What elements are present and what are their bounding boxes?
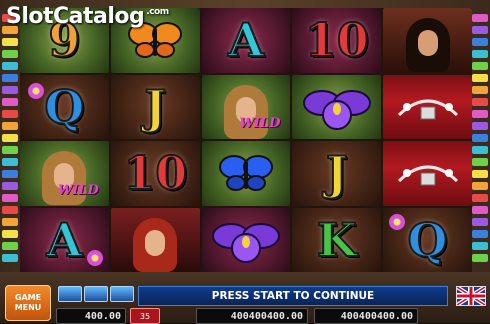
woman-dark-hair-icon — [405, 18, 450, 73]
wild-label: WILD — [57, 182, 99, 198]
symbol-j-glyph: J — [143, 79, 167, 135]
reel-symbol-portrait-redhead — [110, 207, 200, 272]
mini-slot-icon[interactable] — [110, 286, 134, 302]
mini-slot-icon[interactable] — [84, 286, 108, 302]
right-payline-indicators — [472, 14, 488, 264]
reel-grid: 9 A 10 Q J WILD WILD 10 J A K Q — [20, 8, 472, 272]
reel-symbol-q: Q — [20, 74, 109, 139]
logo-brand: SlotCatalog — [6, 4, 145, 29]
reel-symbol-wild-portrait: WILD — [20, 141, 109, 206]
status-message-bar: PRESS START TO CONTINUE — [138, 286, 448, 306]
reel-symbol-wild-portrait: WILD — [201, 74, 291, 139]
flower-icon — [389, 213, 406, 230]
reel-symbol-10: 10 — [292, 8, 382, 73]
jewelry-bracelet-icon — [397, 165, 458, 186]
purple-iris-flower-icon — [211, 222, 280, 263]
mini-slot-icon[interactable] — [58, 286, 82, 302]
reel-symbol-j: J — [292, 141, 382, 206]
game-menu-line2: MENU — [14, 303, 42, 312]
credit-counter: 400.00 — [56, 308, 126, 324]
flower-icon — [28, 82, 44, 99]
symbol-q-glyph: Q — [43, 79, 85, 135]
reel-symbol-10: 10 — [110, 141, 200, 206]
reel-symbol-j: J — [110, 74, 200, 139]
symbol-j-glyph: J — [325, 145, 349, 201]
language-flag-icon[interactable] — [456, 286, 486, 306]
reel-symbol-iris — [201, 207, 291, 272]
game-menu-line1: GAME — [14, 293, 42, 302]
reel-symbol-butterfly-blue — [201, 141, 291, 206]
symbol-a-glyph: A — [46, 212, 84, 268]
bet-badge[interactable]: 35 — [130, 308, 160, 324]
symbol-a-glyph: A — [227, 12, 265, 68]
counters-row: 400.00 400400400.00 400400400.00 — [56, 308, 476, 324]
reel-symbol-iris — [292, 74, 382, 139]
symbol-q-glyph: Q — [407, 212, 449, 268]
jewelry-bracelet-icon — [397, 99, 458, 120]
reel-symbol-a: A — [201, 8, 291, 73]
reel-symbol-jewelry — [383, 74, 472, 139]
purple-iris-flower-icon — [302, 89, 371, 130]
flower-icon — [86, 250, 103, 266]
symbol-10-glyph: 10 — [304, 12, 370, 68]
site-watermark-logo: SlotCatalog .com — [6, 4, 169, 29]
woman-red-hair-icon — [133, 217, 178, 272]
reel-symbol-a: A — [20, 207, 109, 272]
reel-symbol-k: K — [292, 207, 382, 272]
left-payline-indicators — [2, 14, 18, 264]
logo-tld: .com — [146, 7, 169, 17]
mini-game-selector — [58, 286, 134, 302]
bet-counter: 400400400.00 — [196, 308, 308, 324]
reel-symbol-q: Q — [383, 207, 472, 272]
reel-symbol-portrait-dark — [383, 8, 472, 73]
blue-butterfly-icon — [218, 155, 273, 192]
game-menu-button[interactable]: GAME MENU — [5, 285, 51, 321]
reel-symbol-jewelry — [383, 141, 472, 206]
symbol-10-glyph: 10 — [122, 145, 188, 201]
wild-label: WILD — [239, 116, 281, 131]
status-message: PRESS START TO CONTINUE — [211, 290, 375, 302]
win-counter: 400400400.00 — [314, 308, 418, 324]
symbol-k-glyph: K — [316, 212, 358, 268]
